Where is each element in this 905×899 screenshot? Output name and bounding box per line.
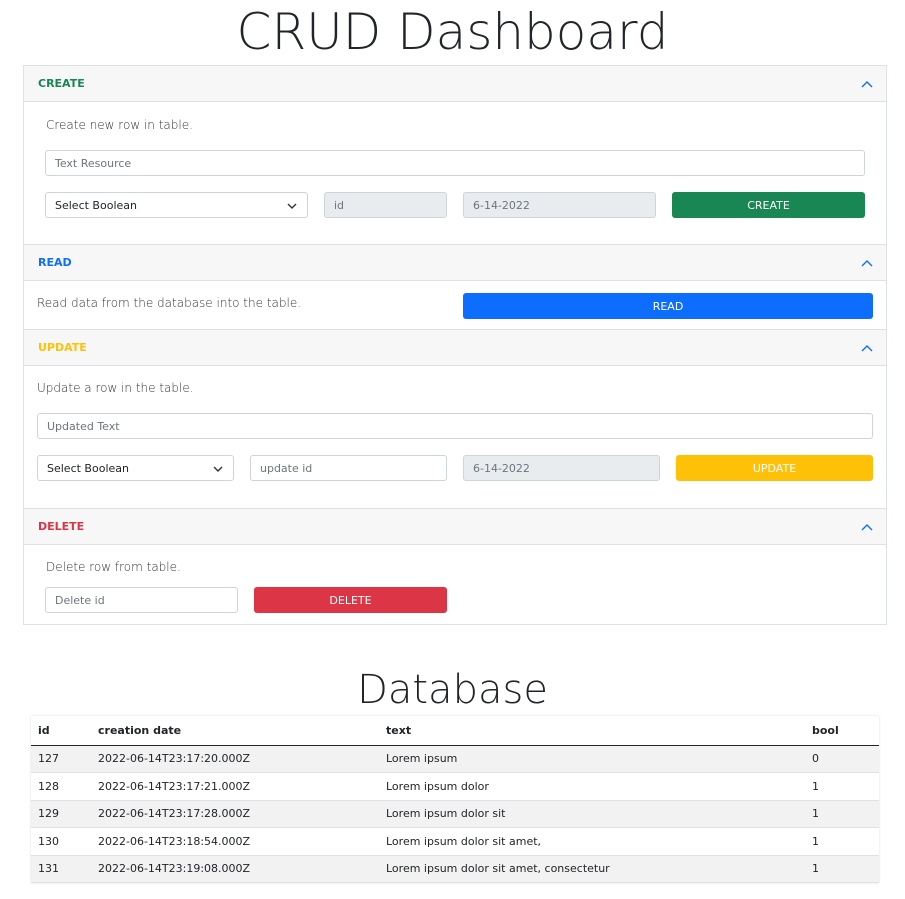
cell-creation-date: 2022-06-14T23:17:20.000Z xyxy=(91,745,379,773)
cell-creation-date: 2022-06-14T23:17:28.000Z xyxy=(91,800,379,828)
create-text-input[interactable]: Text Resource xyxy=(45,150,865,176)
update-text-input[interactable]: Updated Text xyxy=(37,413,873,439)
delete-header-label: DELETE xyxy=(38,520,85,533)
create-description: Create new row in table. xyxy=(46,118,193,132)
update-description: Update a row in the table. xyxy=(37,381,194,395)
column-header-id: id xyxy=(31,716,91,746)
cell-bool: 1 xyxy=(805,827,879,856)
cell-id: 129 xyxy=(31,800,91,828)
cell-bool: 1 xyxy=(805,800,879,828)
update-header-label: UPDATE xyxy=(38,341,87,354)
update-date-input: 6-14-2022 xyxy=(463,455,660,481)
cell-bool: 1 xyxy=(805,855,879,883)
database-title: Database xyxy=(357,667,548,713)
read-description: Read data from the database into the tab… xyxy=(37,296,302,310)
read-header-label: READ xyxy=(38,256,72,269)
cell-id: 128 xyxy=(31,772,91,801)
chevron-up-icon xyxy=(861,81,873,88)
chevron-up-icon xyxy=(861,345,873,352)
page-title: CRUD Dashboard xyxy=(236,3,669,61)
table-row: 127 2022-06-14T23:17:20.000Z Lorem ipsum… xyxy=(31,745,879,773)
cell-text: Lorem ipsum xyxy=(379,745,805,773)
cell-bool: 0 xyxy=(805,745,879,773)
delete-id-input[interactable]: Delete id xyxy=(45,587,238,613)
create-date-input: 6-14-2022 xyxy=(463,192,656,218)
create-id-input: id xyxy=(324,192,447,218)
update-section-body: Update a row in the table. Updated Text … xyxy=(24,366,886,509)
delete-button[interactable]: DELETE xyxy=(254,587,447,613)
database-table: id creation date text bool 127 2022-06-1… xyxy=(31,716,879,883)
cell-creation-date: 2022-06-14T23:18:54.000Z xyxy=(91,827,379,856)
create-section-header[interactable]: CREATE xyxy=(24,66,886,102)
column-header-creation-date: creation date xyxy=(91,716,379,746)
table-row: 128 2022-06-14T23:17:21.000Z Lorem ipsum… xyxy=(31,772,879,801)
read-section-header[interactable]: READ xyxy=(24,245,886,281)
column-header-bool: bool xyxy=(805,716,879,746)
chevron-down-icon xyxy=(287,203,297,209)
chevron-up-icon xyxy=(861,524,873,531)
create-boolean-select[interactable]: Select Boolean xyxy=(45,192,308,218)
table-row: 131 2022-06-14T23:19:08.000Z Lorem ipsum… xyxy=(31,855,879,883)
update-section-header[interactable]: UPDATE xyxy=(24,330,886,366)
table-row: 130 2022-06-14T23:18:54.000Z Lorem ipsum… xyxy=(31,827,879,856)
chevron-up-icon xyxy=(861,260,873,267)
create-section-body: Create new row in table. Text Resource S… xyxy=(24,102,886,245)
create-button[interactable]: CREATE xyxy=(672,192,865,218)
cell-id: 131 xyxy=(31,855,91,883)
cell-text: Lorem ipsum dolor sit xyxy=(379,800,805,828)
delete-description: Delete row from table. xyxy=(46,560,181,574)
table-header-row: id creation date text bool xyxy=(31,716,879,746)
create-select-value: Select Boolean xyxy=(55,198,137,212)
cell-id: 130 xyxy=(31,827,91,856)
delete-section-body: Delete row from table. Delete id DELETE xyxy=(24,545,886,624)
update-button[interactable]: UPDATE xyxy=(676,455,873,481)
column-header-text: text xyxy=(379,716,805,746)
cell-id: 127 xyxy=(31,745,91,773)
crud-accordion: CREATE Create new row in table. Text Res… xyxy=(23,65,887,625)
update-select-value: Select Boolean xyxy=(47,461,129,475)
cell-creation-date: 2022-06-14T23:17:21.000Z xyxy=(91,772,379,801)
cell-text: Lorem ipsum dolor xyxy=(379,772,805,801)
read-section-body: Read data from the database into the tab… xyxy=(24,281,886,330)
update-boolean-select[interactable]: Select Boolean xyxy=(37,455,234,481)
cell-text: Lorem ipsum dolor sit amet, consectetur xyxy=(379,855,805,883)
delete-section-header[interactable]: DELETE xyxy=(24,509,886,545)
create-header-label: CREATE xyxy=(38,77,85,90)
cell-creation-date: 2022-06-14T23:19:08.000Z xyxy=(91,855,379,883)
table-row: 129 2022-06-14T23:17:28.000Z Lorem ipsum… xyxy=(31,800,879,828)
cell-bool: 1 xyxy=(805,772,879,801)
chevron-down-icon xyxy=(213,466,223,472)
cell-text: Lorem ipsum dolor sit amet, xyxy=(379,827,805,856)
read-button[interactable]: READ xyxy=(463,293,873,319)
update-id-input[interactable]: update id xyxy=(250,455,447,481)
